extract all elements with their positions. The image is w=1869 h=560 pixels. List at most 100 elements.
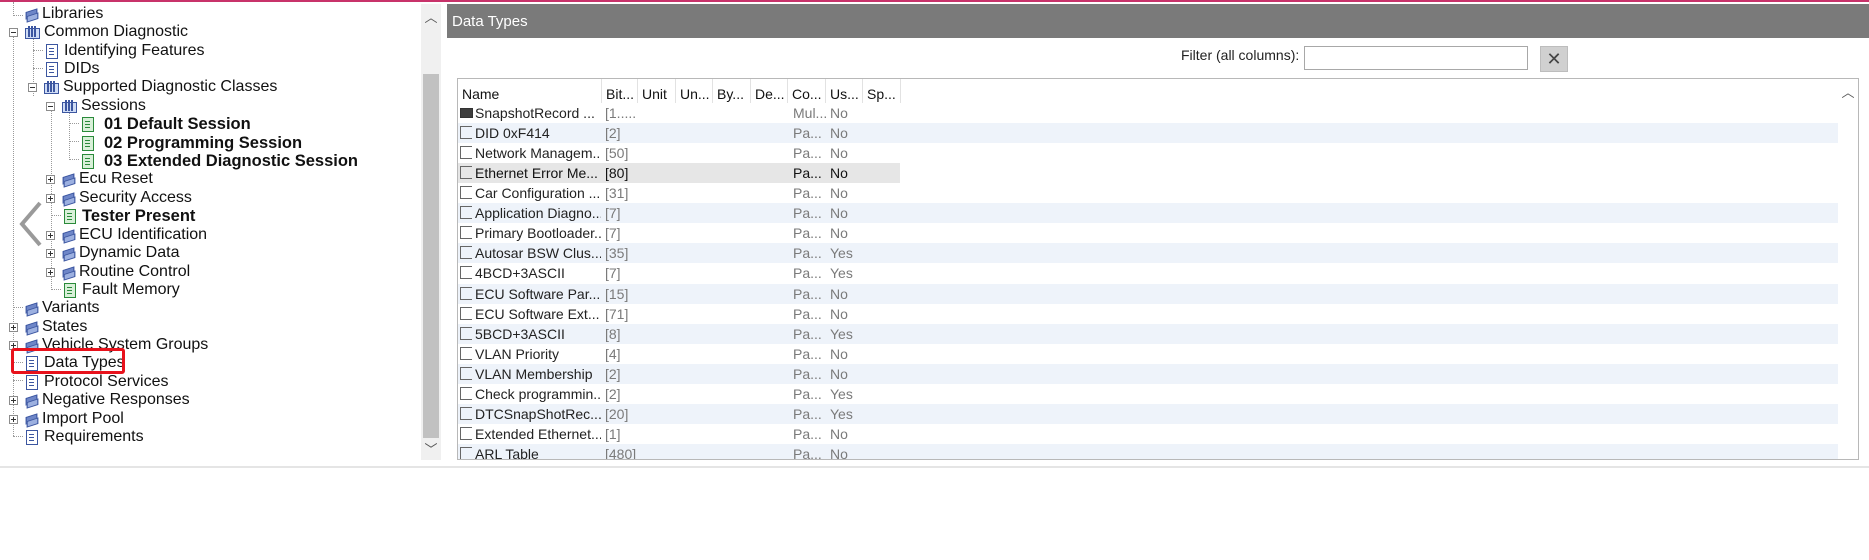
- expand-toggle-icon[interactable]: [9, 396, 18, 405]
- tree-item-dynamic-data[interactable]: Dynamic Data: [61, 243, 179, 263]
- column-header-bits[interactable]: Bit...: [602, 79, 638, 103]
- cell-name: Autosar BSW Clus...: [475, 245, 601, 262]
- table-row[interactable]: 4BCD+3ASCII [7] Pa... Yes: [458, 263, 1838, 283]
- cell-co: Pa...: [793, 125, 822, 142]
- column-header-us[interactable]: Us...: [826, 79, 863, 103]
- expand-toggle-icon[interactable]: [46, 175, 55, 184]
- row-background: [458, 424, 1838, 444]
- table-row[interactable]: Car Configuration ... [31] Pa... No: [458, 183, 1838, 203]
- table-row[interactable]: ECU Software Par... [15] Pa... No: [458, 283, 1838, 304]
- table-row[interactable]: Extended Ethernet... [1] Pa... No: [458, 424, 1838, 444]
- tree-item-label: Protocol Services: [44, 373, 169, 390]
- expand-toggle-icon[interactable]: [9, 415, 18, 424]
- tree-item-ecu-reset[interactable]: Ecu Reset: [61, 169, 153, 189]
- tree-item-ecu-identification[interactable]: ECU Identification: [61, 225, 207, 245]
- scroll-up-icon[interactable]: ︿: [1840, 83, 1856, 100]
- tree-item-identifying-features[interactable]: Identifying Features: [44, 41, 205, 61]
- collapse-toggle-icon[interactable]: [9, 28, 18, 37]
- table-row[interactable]: DTCSnapShotRec... [20] Pa... Yes: [458, 403, 1838, 424]
- chevron-left-icon[interactable]: [18, 199, 62, 249]
- column-header-de[interactable]: De...: [751, 79, 788, 103]
- row-background: [458, 323, 1838, 344]
- table-row[interactable]: Check programmin... [2] Pa... Yes: [458, 384, 1838, 404]
- collapse-toggle-icon[interactable]: [46, 102, 55, 111]
- row-background: [458, 263, 1838, 283]
- tree-item-label: Common Diagnostic: [44, 23, 189, 40]
- cell-co: Pa...: [793, 145, 822, 162]
- table-row[interactable]: ARL Table [480] Pa... No: [458, 444, 1838, 460]
- cell-bits: [20]: [605, 405, 629, 422]
- tree-item-default-session[interactable]: 01 Default Session: [80, 114, 251, 134]
- tree-item-label: ECU Identification: [79, 226, 208, 243]
- stack-icon: [24, 412, 38, 426]
- tree-item-programming-session[interactable]: 02 Programming Session: [80, 133, 302, 153]
- tree-item-supported-diagnostic-classes[interactable]: Supported Diagnostic Classes: [43, 77, 277, 97]
- bracket-icon: [460, 266, 472, 280]
- tree-item-common-diagnostic[interactable]: Common Diagnostic: [24, 22, 188, 42]
- table-row[interactable]: 5BCD+3ASCII [8] Pa... Yes: [458, 323, 1838, 344]
- cell-name: Primary Bootloader...: [475, 225, 601, 242]
- cell-co: Pa...: [793, 185, 822, 202]
- table-row[interactable]: ECU Software Ext... [71] Pa... No: [458, 304, 1838, 324]
- document-icon: [26, 429, 38, 445]
- collapse-toggle-icon[interactable]: [28, 83, 37, 92]
- cell-us: No: [830, 145, 848, 162]
- cell-us: Yes: [830, 245, 853, 262]
- table-row[interactable]: Ethernet Error Me... [80] Pa... No: [458, 163, 1838, 184]
- row-background: [458, 304, 1838, 324]
- column-header-un[interactable]: Un...: [676, 79, 713, 103]
- scroll-up-icon[interactable]: ︿: [421, 6, 441, 26]
- tree-item-sessions[interactable]: Sessions: [61, 96, 146, 116]
- cell-co: Pa...: [793, 385, 822, 402]
- table-row[interactable]: Application Diagno... [7] Pa... No: [458, 203, 1838, 224]
- tree-item-label: Routine Control: [79, 263, 191, 280]
- stack-icon: [61, 191, 75, 205]
- tree-item-fault-memory[interactable]: Fault Memory: [62, 280, 180, 300]
- column-header-by[interactable]: By...: [713, 79, 751, 103]
- scroll-down-icon[interactable]: ﹀: [421, 438, 441, 458]
- tree-item-dids[interactable]: DIDs: [44, 59, 100, 79]
- expand-toggle-icon[interactable]: [46, 249, 55, 258]
- stack-icon: [61, 172, 75, 186]
- column-header-sp[interactable]: Sp...: [863, 79, 901, 103]
- column-header-co[interactable]: Co...: [788, 79, 826, 103]
- tree-scrollbar[interactable]: ︿ ﹀: [421, 4, 441, 460]
- row-background: [458, 344, 1838, 364]
- cell-co: Pa...: [793, 446, 822, 460]
- column-header-name[interactable]: Name: [458, 79, 602, 103]
- filter-input[interactable]: [1304, 46, 1528, 70]
- expand-toggle-icon[interactable]: [9, 323, 18, 332]
- tree-item-import-pool[interactable]: Import Pool: [24, 409, 124, 429]
- tree-item-requirements[interactable]: Requirements: [24, 427, 144, 447]
- tree-item-label: Libraries: [42, 5, 104, 22]
- tree-item-states[interactable]: States: [24, 317, 87, 337]
- cell-name: ECU Software Par...: [475, 285, 601, 302]
- table-row[interactable]: SnapshotRecord ... [1..... Mul... No: [458, 103, 1838, 123]
- cell-us: No: [830, 105, 848, 121]
- tree-item-security-access[interactable]: Security Access: [61, 188, 192, 208]
- expand-toggle-icon[interactable]: [46, 268, 55, 277]
- tree-item-negative-responses[interactable]: Negative Responses: [24, 390, 190, 410]
- tree-item-tester-present[interactable]: Tester Present: [62, 206, 195, 226]
- tree-item-protocol-services[interactable]: Protocol Services: [24, 372, 169, 392]
- bracket-icon: [460, 386, 472, 400]
- cell-co: Pa...: [793, 205, 822, 222]
- table-row[interactable]: VLAN Membership [2] Pa... No: [458, 363, 1838, 384]
- table-row[interactable]: Network Managem... [50] Pa... No: [458, 143, 1838, 163]
- table-row[interactable]: Autosar BSW Clus... [35] Pa... Yes: [458, 243, 1838, 264]
- table-row[interactable]: VLAN Priority [4] Pa... No: [458, 344, 1838, 364]
- bracket-icon: [460, 286, 472, 300]
- table-row[interactable]: DID 0xF414 [2] Pa... No: [458, 123, 1838, 144]
- bracket-icon: [460, 306, 472, 320]
- tree-item-routine-control[interactable]: Routine Control: [61, 262, 190, 282]
- tree-item-libraries[interactable]: Libraries: [24, 4, 103, 24]
- column-header-unit[interactable]: Unit: [638, 79, 676, 103]
- tree-item-extended-diagnostic-session[interactable]: 03 Extended Diagnostic Session: [80, 151, 358, 171]
- clear-filter-button[interactable]: ✕: [1540, 46, 1568, 72]
- table-row[interactable]: Primary Bootloader... [7] Pa... No: [458, 223, 1838, 243]
- cell-co: Pa...: [793, 345, 822, 362]
- tree-scroll-thumb[interactable]: [423, 74, 439, 438]
- folder-icon: [43, 81, 59, 94]
- cell-us: No: [830, 285, 848, 302]
- tree-item-variants[interactable]: Variants: [24, 298, 100, 318]
